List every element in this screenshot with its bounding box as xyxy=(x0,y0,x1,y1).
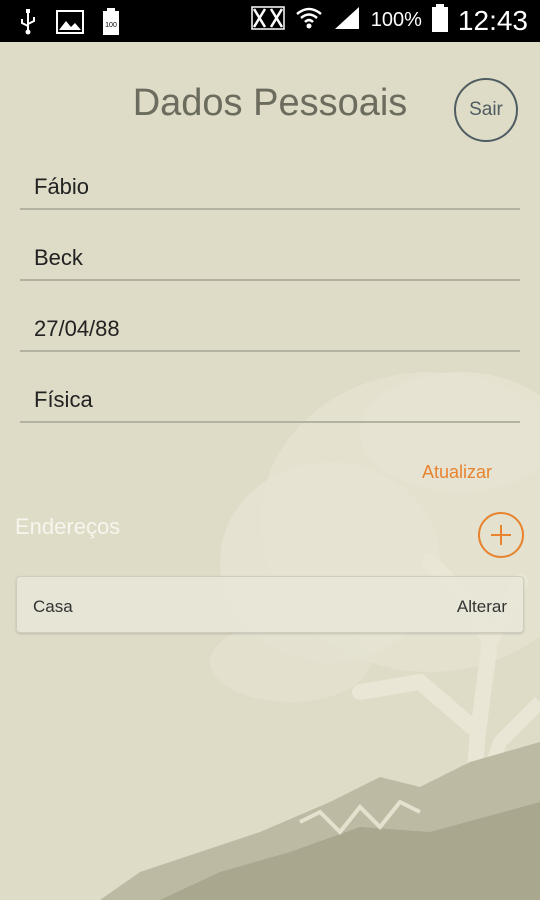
plus-icon xyxy=(491,525,511,545)
nfc-icon xyxy=(251,5,285,36)
status-bar: 100 100% 12:43 xyxy=(0,0,540,42)
last-name-input[interactable] xyxy=(20,237,520,279)
last-name-field xyxy=(20,237,520,281)
battery-icon xyxy=(431,4,448,37)
addresses-title: Endereços xyxy=(15,514,121,539)
image-icon xyxy=(56,10,84,39)
first-name-input[interactable] xyxy=(20,166,520,208)
clock: 12:43 xyxy=(457,4,528,36)
address-name: Casa xyxy=(33,597,73,616)
edit-address-button[interactable]: Alterar xyxy=(457,597,507,617)
usb-icon xyxy=(18,9,38,40)
birth-date-input[interactable] xyxy=(20,308,520,350)
signal-icon xyxy=(333,5,361,36)
logout-button[interactable]: Sair xyxy=(454,78,518,142)
person-type-input[interactable] xyxy=(20,379,520,421)
wifi-icon xyxy=(295,5,323,36)
birth-date-field xyxy=(20,308,520,352)
battery-small-icon: 100 xyxy=(102,8,120,41)
battery-percent: 100% xyxy=(370,9,422,31)
first-name-field xyxy=(20,166,520,210)
address-list-item[interactable]: Casa Alterar xyxy=(16,576,524,633)
add-address-button[interactable] xyxy=(478,512,524,558)
person-type-field xyxy=(20,379,520,423)
update-button[interactable]: Atualizar xyxy=(422,462,492,483)
svg-text:100: 100 xyxy=(105,22,117,29)
